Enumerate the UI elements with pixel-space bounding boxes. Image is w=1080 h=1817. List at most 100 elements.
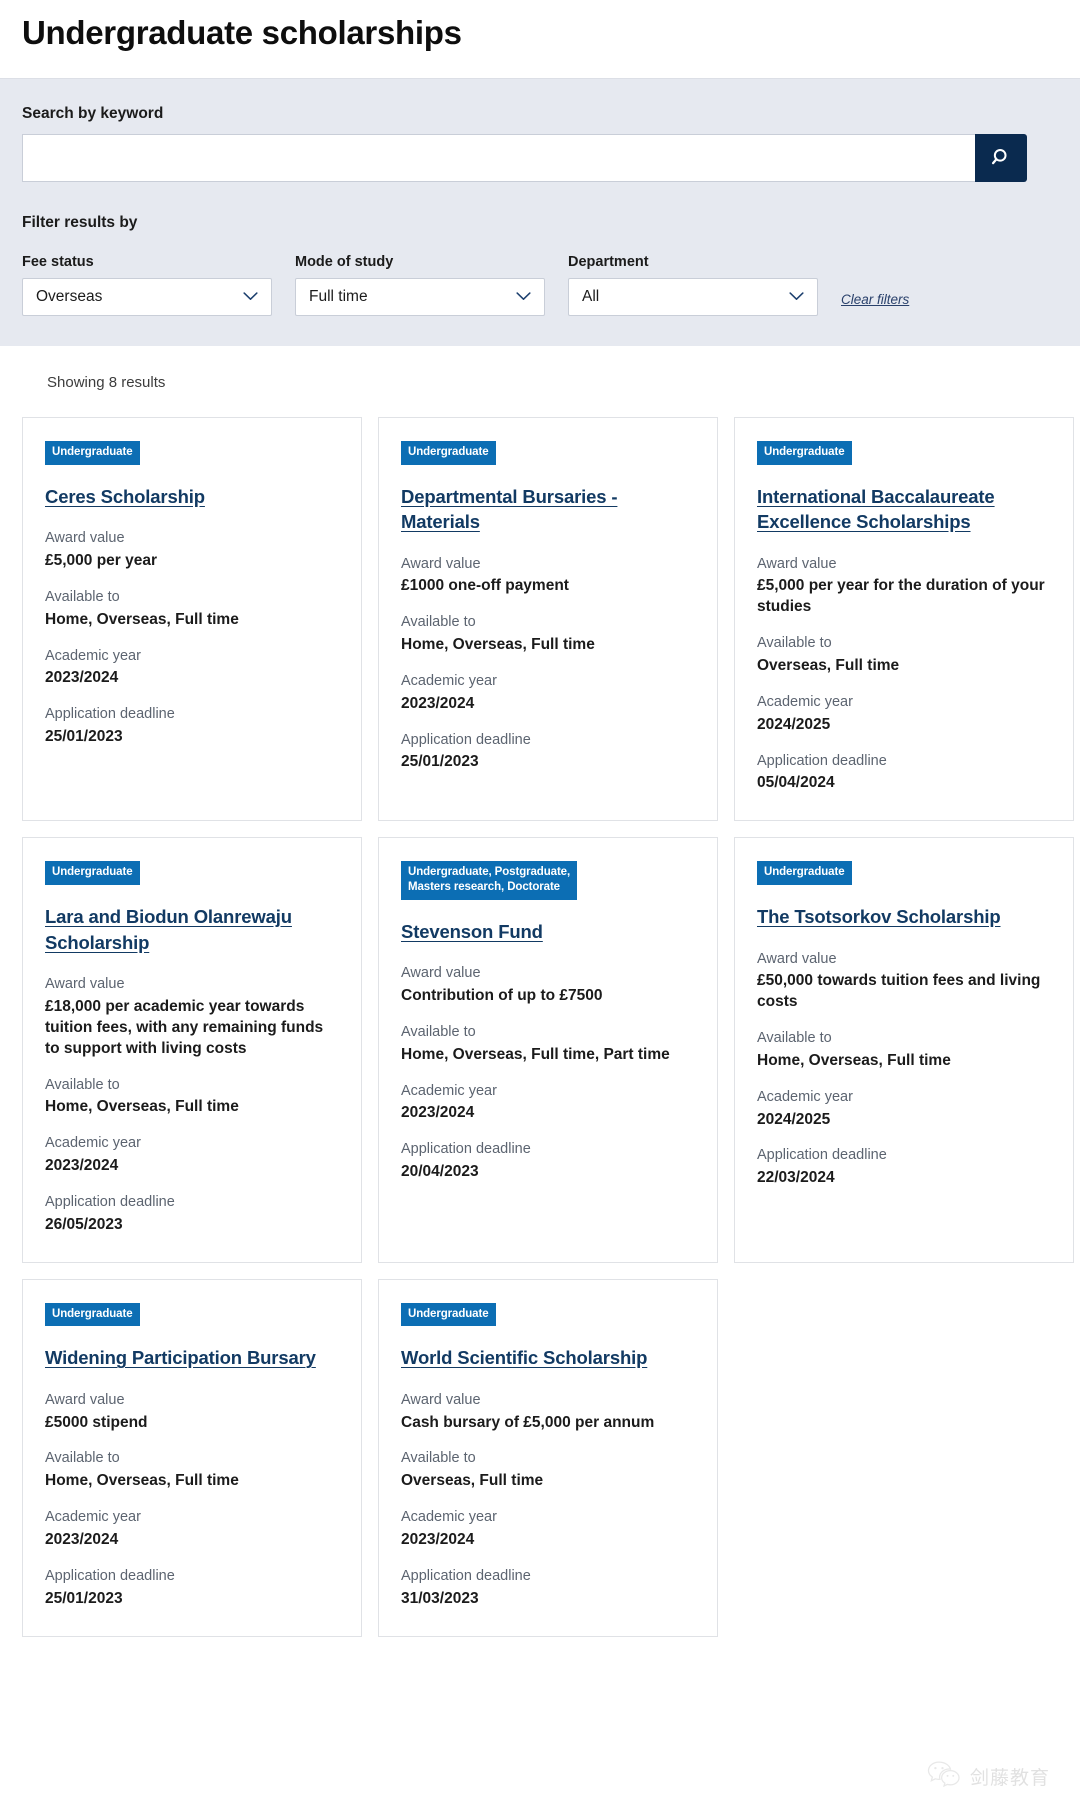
level-badge: Undergraduate [45, 861, 140, 886]
level-badge: Undergraduate [401, 1302, 496, 1327]
available-to-block: Available to Home, Overseas, Full time [45, 1075, 339, 1119]
available-to-value: Home, Overseas, Full time [45, 1098, 239, 1116]
application-deadline-value: 25/01/2023 [45, 727, 123, 745]
filter-mode-of-study-select[interactable]: Full time [295, 277, 545, 316]
application-deadline-label: Application deadline [45, 1567, 175, 1584]
application-deadline-value: 26/05/2023 [45, 1215, 123, 1233]
results-area: Showing 8 results Undergraduate Ceres Sch… [0, 345, 1080, 1637]
application-deadline-block: Application deadline 05/04/2024 [757, 751, 1051, 795]
award-value: Cash bursary of £5,000 per annum [401, 1413, 655, 1431]
scholarship-card: Undergraduate The Tsotsorkov Scholarship A… [734, 837, 1074, 1263]
scholarship-card: Undergraduate Lara and Biodun Olanrewaju … [22, 837, 362, 1263]
academic-year-value: 2023/2024 [401, 1104, 475, 1122]
academic-year-value: 2023/2024 [401, 1530, 475, 1548]
search-input[interactable] [22, 133, 975, 182]
scholarship-card: Undergraduate International Baccalaureate… [734, 416, 1074, 822]
level-badge: Undergraduate [45, 1302, 140, 1327]
scholarship-title-link[interactable]: Ceres Scholarship [45, 484, 339, 510]
application-deadline-label: Application deadline [757, 1147, 887, 1164]
search-submit-button[interactable] [975, 133, 1027, 182]
scholarship-title-link[interactable]: Lara and Biodun Olanrewaju Scholarship [45, 904, 339, 955]
chevron-down-icon [243, 288, 258, 306]
level-badge: Undergraduate [757, 861, 852, 886]
academic-year-label: Academic year [45, 1509, 141, 1526]
award-value: £1000 one-off payment [401, 577, 569, 595]
chevron-down-icon [516, 288, 531, 306]
academic-year-label: Academic year [401, 1509, 497, 1526]
available-to-block: Available to Home, Overseas, Full time, P… [401, 1022, 695, 1066]
filter-department-label: Department [568, 253, 649, 270]
application-deadline-block: Application deadline 26/05/2023 [45, 1192, 339, 1236]
search-label: Search by keyword [22, 104, 164, 122]
academic-year-label: Academic year [45, 647, 141, 664]
available-to-label: Available to [45, 1076, 120, 1093]
application-deadline-value: 20/04/2023 [401, 1163, 479, 1181]
award-value-label: Award value [757, 950, 837, 967]
application-deadline-value: 31/03/2023 [401, 1589, 479, 1607]
filters-row: Fee status Overseas Mode of study Full t… [22, 254, 1058, 316]
application-deadline-label: Application deadline [401, 731, 531, 748]
application-deadline-block: Application deadline 25/01/2023 [45, 1566, 339, 1610]
clear-filters-link[interactable]: Clear filters [841, 292, 909, 316]
available-to-block: Available to Home, Overseas, Full time [757, 1028, 1051, 1072]
award-value: £5000 stipend [45, 1413, 148, 1431]
award-value-label: Award value [401, 965, 481, 982]
application-deadline-value: 25/01/2023 [401, 753, 479, 771]
search-icon [991, 147, 1012, 168]
award-value: Contribution of up to £7500 [401, 987, 603, 1004]
available-to-value: Home, Overseas, Full time [757, 1051, 951, 1069]
available-to-label: Available to [757, 635, 832, 652]
scholarship-card: Undergraduate Ceres Scholarship Award valu… [22, 416, 362, 822]
award-value-block: Award value £1000 one-off payment [401, 554, 695, 598]
academic-year-value: 2023/2024 [45, 1156, 119, 1174]
available-to-value: Home, Overseas, Full time [45, 610, 239, 628]
academic-year-label: Academic year [401, 1082, 497, 1099]
award-value-block: Award value Cash bursary of £5,000 per an… [401, 1390, 695, 1434]
filter-department-select[interactable]: All [568, 277, 818, 316]
filter-fee-status-label: Fee status [22, 253, 94, 270]
award-value: £50,000 towards tuition fees and living … [757, 972, 1041, 1011]
search-row [22, 133, 1027, 182]
application-deadline-label: Application deadline [45, 706, 175, 723]
wechat-icon [927, 1760, 961, 1792]
scholarship-title-link[interactable]: Widening Participation Bursary [45, 1345, 339, 1371]
filter-mode-of-study: Mode of study Full time [295, 254, 545, 316]
scholarship-title-link[interactable]: Departmental Bursaries - Materials [401, 484, 695, 535]
page-title: Undergraduate scholarships [22, 14, 462, 51]
results-count: Showing 8 results [47, 373, 166, 391]
filter-fee-status-value: Overseas [36, 287, 103, 305]
award-value-block: Award value £5,000 per year [45, 528, 339, 572]
filter-department-value: All [582, 287, 600, 305]
available-to-label: Available to [757, 1030, 832, 1047]
watermark-text: 剑藤教育 [969, 1766, 1050, 1789]
award-value-label: Award value [401, 1391, 481, 1408]
application-deadline-label: Application deadline [401, 1567, 531, 1584]
academic-year-block: Academic year 2024/2025 [757, 1087, 1051, 1131]
filter-fee-status-select[interactable]: Overseas [22, 277, 272, 316]
scholarship-title-link[interactable]: World Scientific Scholarship [401, 1345, 695, 1371]
application-deadline-block: Application deadline 25/01/2023 [401, 730, 695, 774]
filter-heading: Filter results by [22, 213, 138, 231]
academic-year-label: Academic year [45, 1135, 141, 1152]
scholarship-title-link[interactable]: The Tsotsorkov Scholarship [757, 904, 1051, 930]
application-deadline-value: 25/01/2023 [45, 1589, 123, 1607]
award-value-label: Award value [45, 976, 125, 993]
available-to-block: Available to Overseas, Full time [757, 633, 1051, 677]
award-value-label: Award value [757, 555, 837, 572]
level-badge: Undergraduate [757, 440, 852, 465]
application-deadline-label: Application deadline [757, 752, 887, 769]
academic-year-value: 2024/2025 [757, 1110, 831, 1128]
scholarship-title-link[interactable]: International Baccalaureate Excellence S… [757, 484, 1051, 535]
available-to-label: Available to [401, 1023, 476, 1040]
academic-year-block: Academic year 2024/2025 [757, 692, 1051, 736]
application-deadline-label: Application deadline [45, 1193, 175, 1210]
filter-panel: Search by keyword Filter results by Fee … [0, 77, 1080, 346]
available-to-value: Overseas, Full time [757, 657, 900, 675]
scholarship-title-link[interactable]: Stevenson Fund [401, 919, 695, 945]
academic-year-label: Academic year [757, 1088, 853, 1105]
page-header: Undergraduate scholarships [0, 0, 1080, 78]
watermark: 剑藤教育 [927, 1760, 1050, 1792]
award-value-block: Award value £50,000 towards tuition fees … [757, 949, 1051, 1014]
available-to-label: Available to [45, 588, 120, 605]
award-value-label: Award value [45, 530, 125, 547]
